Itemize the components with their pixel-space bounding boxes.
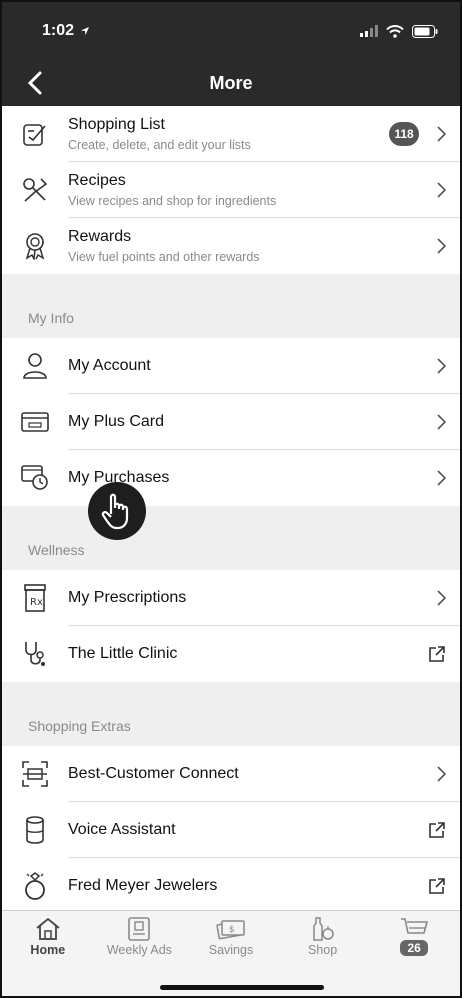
weekly-ads-icon (127, 917, 151, 941)
chevron-right-icon (437, 766, 446, 782)
hand-pointer-icon (88, 482, 146, 540)
cart-count-badge: 26 (400, 940, 428, 956)
menu-item-my-purchases[interactable]: My Purchases (2, 450, 460, 506)
menu-item-recipes[interactable]: Recipes View recipes and shop for ingred… (2, 162, 460, 218)
little-clinic-label: The Little Clinic (68, 645, 178, 662)
tab-savings[interactable]: $ Savings (185, 911, 277, 969)
menu-item-my-account[interactable]: My Account (2, 338, 460, 394)
svg-text:Rx: Rx (30, 597, 43, 608)
chevron-right-icon (437, 590, 446, 606)
nav-bar: More (2, 60, 460, 106)
tab-home[interactable]: Home (2, 911, 94, 969)
external-link-icon (428, 877, 446, 895)
best-customer-connect-label: Best-Customer Connect (68, 764, 239, 782)
menu-item-shopping-list[interactable]: Shopping List Create, delete, and edit y… (2, 106, 460, 162)
shop-bottle-icon (311, 917, 335, 941)
home-icon (35, 917, 61, 941)
external-link-icon (428, 821, 446, 839)
rx-bottle-icon: Rx (23, 584, 47, 612)
section-header-wellness: Wellness (2, 506, 460, 570)
my-account-label: My Account (68, 356, 151, 374)
tab-cart[interactable]: 26 (368, 911, 460, 969)
menu-item-my-plus-card[interactable]: My Plus Card (2, 394, 460, 450)
ribbon-icon (22, 232, 48, 260)
receipt-clock-icon (21, 465, 49, 491)
chevron-left-icon (28, 71, 42, 95)
back-button[interactable] (20, 66, 50, 100)
app-header: 1:02 More (2, 2, 460, 106)
chevron-right-icon (437, 182, 446, 198)
tab-shop[interactable]: Shop (277, 911, 369, 969)
status-time: 1:02 (42, 22, 75, 39)
menu-item-fred-meyer-jewelers[interactable]: Fred Meyer Jewelers (2, 858, 460, 914)
fred-meyer-jewelers-label: Fred Meyer Jewelers (68, 877, 218, 894)
edit-list-icon (22, 121, 48, 147)
section-header-my-info: My Info (2, 274, 460, 338)
signal-icon (360, 25, 378, 37)
tab-shop-label: Shop (307, 943, 338, 957)
recipes-label: Recipes (68, 171, 126, 189)
voice-assistant-label: Voice Assistant (68, 820, 176, 838)
scan-icon (21, 760, 49, 788)
my-plus-card-label: My Plus Card (68, 412, 165, 430)
home-indicator[interactable] (160, 985, 324, 990)
chevron-right-icon (437, 126, 446, 142)
chevron-right-icon (437, 358, 446, 374)
menu-item-rewards[interactable]: Rewards View fuel points and other rewar… (2, 218, 460, 274)
stethoscope-icon (22, 640, 48, 668)
menu-item-voice-assistant[interactable]: Voice Assistant (2, 802, 460, 858)
utensils-icon (21, 176, 49, 204)
tab-home-label: Home (30, 943, 66, 957)
card-icon (21, 412, 49, 432)
person-icon (22, 352, 48, 380)
rewards-label: Rewards (68, 228, 132, 245)
wifi-icon (386, 24, 404, 38)
battery-icon (412, 24, 438, 38)
bottom-tab-bar: Home Weekly Ads $ Savings Shop 26 (2, 910, 460, 996)
menu-item-my-prescriptions[interactable]: Rx My Prescriptions (2, 570, 460, 626)
phone-screen: 1:02 More Shopping List Create, delete, … (0, 0, 462, 998)
rewards-desc: View fuel points and other rewards (68, 250, 260, 264)
svg-text:$: $ (229, 925, 235, 935)
ring-icon (23, 872, 47, 900)
shopping-list-count-badge: 118 (389, 122, 419, 146)
chevron-right-icon (437, 470, 446, 486)
chevron-right-icon (437, 414, 446, 430)
menu-item-best-customer-connect[interactable]: Best-Customer Connect (2, 746, 460, 802)
cart-icon (400, 917, 429, 939)
section-header-shopping-extras: Shopping Extras (2, 682, 460, 746)
tab-savings-label: Savings (208, 943, 254, 957)
page-title: More (209, 72, 253, 93)
location-arrow-icon (80, 26, 90, 36)
chevron-right-icon (437, 238, 446, 254)
speaker-icon (24, 816, 46, 844)
status-bar: 1:02 (2, 2, 460, 60)
tab-weekly-ads-label: Weekly Ads (106, 943, 172, 957)
recipes-desc: View recipes and shop for ingredients (68, 193, 277, 208)
menu-item-little-clinic[interactable]: The Little Clinic (2, 626, 460, 682)
my-prescriptions-label: My Prescriptions (68, 588, 187, 606)
external-link-icon (428, 645, 446, 663)
coupon-icon: $ (216, 917, 246, 941)
tab-weekly-ads[interactable]: Weekly Ads (94, 911, 186, 969)
